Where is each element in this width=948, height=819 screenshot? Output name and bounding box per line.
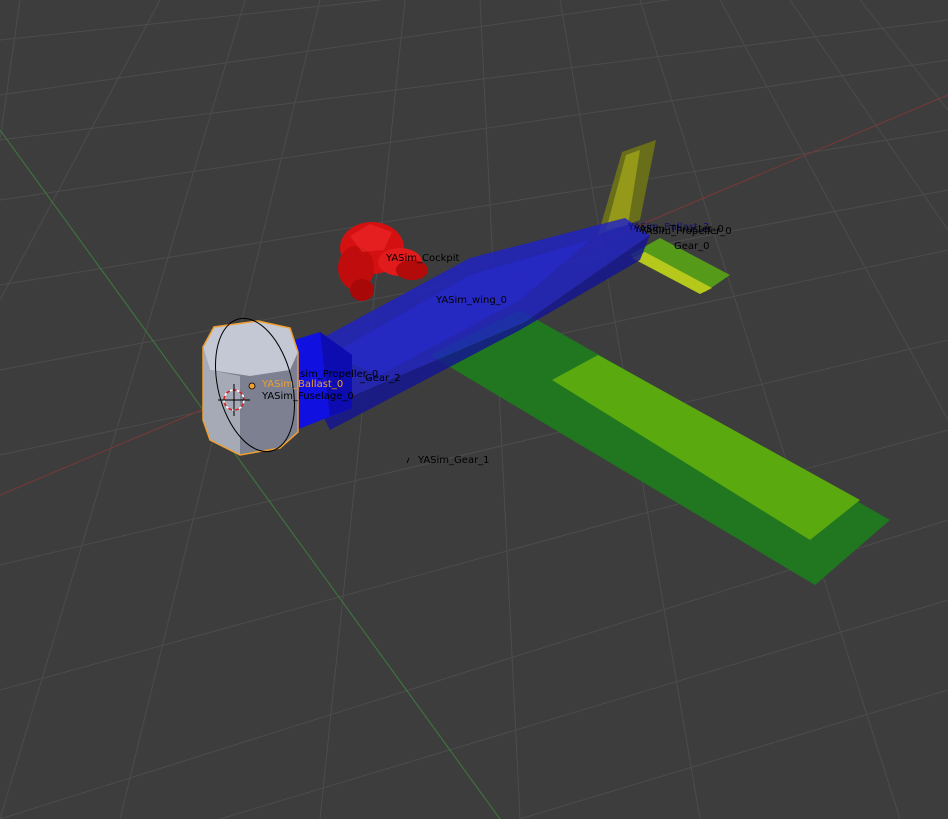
gear-1-marker [406, 457, 410, 464]
label-tail-c: YASim_Propeller_0 [639, 226, 732, 237]
label-cockpit: YASim_Cockpit [385, 253, 460, 264]
label-gear-2: _Gear_2 [359, 373, 401, 384]
label-fuselage: YASim_Fuselage_0 [261, 391, 354, 402]
main-wing[interactable] [430, 310, 890, 585]
y-axis-line [0, 129, 501, 819]
label-wing: YASim_wing_0 [435, 295, 507, 306]
label-ballast: YASim_Ballast_0 [261, 379, 343, 390]
floor-grid [0, 0, 948, 819]
object-origin-dot[interactable] [248, 382, 256, 390]
3d-viewport[interactable]: YASim_Cockpit YASim_wing_0 sim_Propeller… [0, 0, 948, 819]
viewport-canvas[interactable]: YASim_Cockpit YASim_wing_0 sim_Propeller… [0, 0, 948, 819]
label-gear-1: YASim_Gear_1 [417, 455, 490, 466]
label-gear-0: Gear_0 [674, 241, 710, 252]
